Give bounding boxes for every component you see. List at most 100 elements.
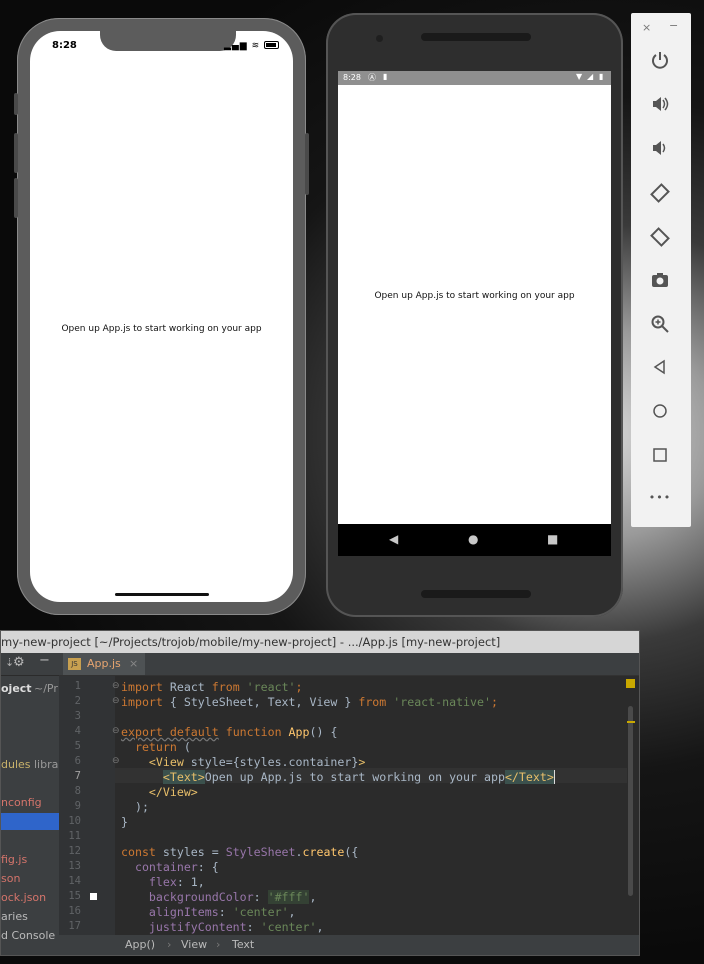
breadcrumb: App() › View › Text	[59, 935, 639, 955]
selected-file-row[interactable]	[1, 813, 59, 830]
more-icon[interactable]: •••	[631, 491, 689, 504]
tab-app-js[interactable]: JS App.js ×	[63, 653, 145, 675]
editor-tab-bar: JS App.js ×	[59, 653, 639, 676]
breadcrumb-item[interactable]: View	[181, 935, 207, 955]
camera-icon[interactable]	[631, 270, 689, 295]
line-number: 3	[74, 710, 81, 722]
android-nav-bar: ◀ ● ■	[338, 524, 611, 556]
recents-nav-icon[interactable]: ■	[547, 532, 558, 546]
volume-up-icon[interactable]	[631, 94, 689, 119]
line-number: 14	[68, 875, 81, 887]
project-panel: ⇣ ⚙ − oject ~/Pr dules libra nconfig fig…	[1, 653, 59, 955]
gear-icon[interactable]: ⚙	[13, 655, 25, 670]
node-modules-item[interactable]: dules	[1, 758, 31, 771]
android-status-bar: 8:28 Ⓐ ▮ ▼ ◢ ▮	[338, 71, 611, 85]
zoom-icon[interactable]	[631, 314, 689, 339]
emulator-toolbar: × − •••	[631, 13, 691, 527]
back-icon[interactable]	[631, 358, 689, 381]
battery-icon	[264, 41, 279, 49]
line-number: 4	[74, 725, 81, 737]
sd-card-icon: ▮	[383, 72, 388, 81]
home-nav-icon[interactable]: ●	[468, 532, 478, 546]
code-line-6: <View style={styles.container}>	[148, 755, 366, 769]
code-line-17: justifyContent: 'center',	[148, 920, 324, 934]
line-number: 2	[74, 695, 81, 707]
lock-json-item[interactable]: ock.json	[1, 891, 46, 904]
line-number: 1	[74, 680, 81, 692]
volume-down-icon[interactable]	[631, 138, 689, 163]
js-file-icon: JS	[68, 658, 81, 670]
code-line-7: <Text>Open up App.js to start working on…	[162, 770, 555, 784]
hide-panel-icon[interactable]: −	[39, 653, 50, 668]
code-line-5: return (	[134, 740, 191, 754]
editor-scrollbar[interactable]	[626, 676, 635, 936]
iphone-volume-down-button	[14, 178, 18, 218]
close-tab-icon[interactable]: ×	[129, 653, 138, 675]
breadcrumb-item[interactable]: Text	[232, 935, 254, 955]
front-camera-icon	[376, 35, 383, 42]
line-number: 6	[74, 755, 81, 767]
line-number: 9	[74, 800, 81, 812]
android-status-time: 8:28	[343, 73, 361, 82]
code-line-13: container: {	[134, 860, 219, 874]
project-path-label: ~/Pr	[34, 682, 58, 695]
android-app-text: Open up App.js to start working on your …	[374, 291, 575, 301]
line-number: 5	[74, 740, 81, 752]
code-line-4: export default function App() {	[121, 725, 338, 739]
ios-home-indicator[interactable]	[115, 593, 209, 596]
iphone-side-button	[305, 133, 309, 195]
android-emulator: 8:28 Ⓐ ▮ ▼ ◢ ▮ Open up App.js to start w…	[326, 13, 623, 617]
line-number: 15	[68, 890, 81, 902]
line-number: 16	[68, 905, 81, 917]
rotate-right-icon[interactable]	[631, 226, 689, 253]
libraries-item[interactable]: libra	[34, 758, 58, 771]
line-number-gutter: 1 2 3 4 5 6 7 8 9 10 11 12 13 14 15 16 1…	[59, 676, 120, 936]
line-number: 13	[68, 860, 81, 872]
top-speaker	[421, 33, 531, 41]
power-icon[interactable]	[631, 50, 689, 75]
ios-app-text: Open up App.js to start working on your …	[61, 324, 262, 334]
rotate-left-icon[interactable]	[631, 182, 689, 209]
home-icon[interactable]	[631, 402, 689, 425]
color-swatch-icon	[90, 893, 97, 900]
signal-icon: ▂▄▆	[223, 41, 248, 51]
babel-config-item[interactable]: nconfig	[1, 796, 42, 809]
ios-screen[interactable]: 8:28 ▂▄▆ ≋ Open up App.js to start worki…	[30, 31, 293, 602]
back-nav-icon[interactable]: ◀	[389, 532, 398, 546]
overview-icon[interactable]	[631, 446, 689, 469]
project-root-label[interactable]: oject	[1, 682, 32, 695]
line-number: 17	[68, 920, 81, 932]
code-line-9: );	[134, 800, 149, 814]
code-line-10: }	[121, 815, 128, 829]
code-line-12: const styles = StyleSheet.create({	[121, 845, 359, 859]
code-line-8: </View>	[148, 785, 198, 799]
line-number: 11	[68, 830, 81, 842]
ios-status-time: 8:28	[52, 40, 77, 51]
battery-icon: ▮	[599, 72, 604, 81]
external-libraries-item[interactable]: aries	[1, 910, 28, 923]
package-json-item[interactable]: son	[1, 872, 20, 885]
signal-icon: ◢	[587, 72, 594, 81]
wifi-icon: ≋	[251, 41, 261, 51]
iphone-volume-up-button	[14, 133, 18, 173]
android-screen[interactable]: 8:28 Ⓐ ▮ ▼ ◢ ▮ Open up App.js to start w…	[338, 71, 611, 556]
line-number: 12	[68, 845, 81, 857]
ios-simulator: 8:28 ▂▄▆ ≋ Open up App.js to start worki…	[14, 18, 309, 615]
close-icon[interactable]: ×	[642, 21, 651, 34]
ide-title-bar[interactable]: my-new-project [~/Projects/trojob/mobile…	[1, 631, 639, 653]
scrollbar-thumb[interactable]	[628, 706, 633, 896]
ide-window: my-new-project [~/Projects/trojob/mobile…	[0, 630, 640, 956]
config-js-item[interactable]: fig.js	[1, 853, 27, 866]
ios-status-icons: ▂▄▆ ≋	[224, 40, 279, 51]
code-line-15: backgroundColor: '#fff',	[148, 890, 317, 904]
tab-label: App.js	[87, 657, 121, 670]
scratches-console-item[interactable]: d Console	[1, 929, 55, 942]
minimize-icon[interactable]: −	[669, 19, 678, 32]
code-line-1: import React from 'react';	[121, 680, 303, 694]
inspection-status-icon[interactable]	[626, 679, 635, 688]
warning-marker[interactable]	[627, 721, 635, 723]
line-number: 8	[74, 785, 81, 797]
breadcrumb-item[interactable]: App()	[125, 935, 155, 955]
code-line-16: alignItems: 'center',	[148, 905, 296, 919]
code-editor[interactable]: import React from 'react'; import { Styl…	[115, 676, 631, 936]
